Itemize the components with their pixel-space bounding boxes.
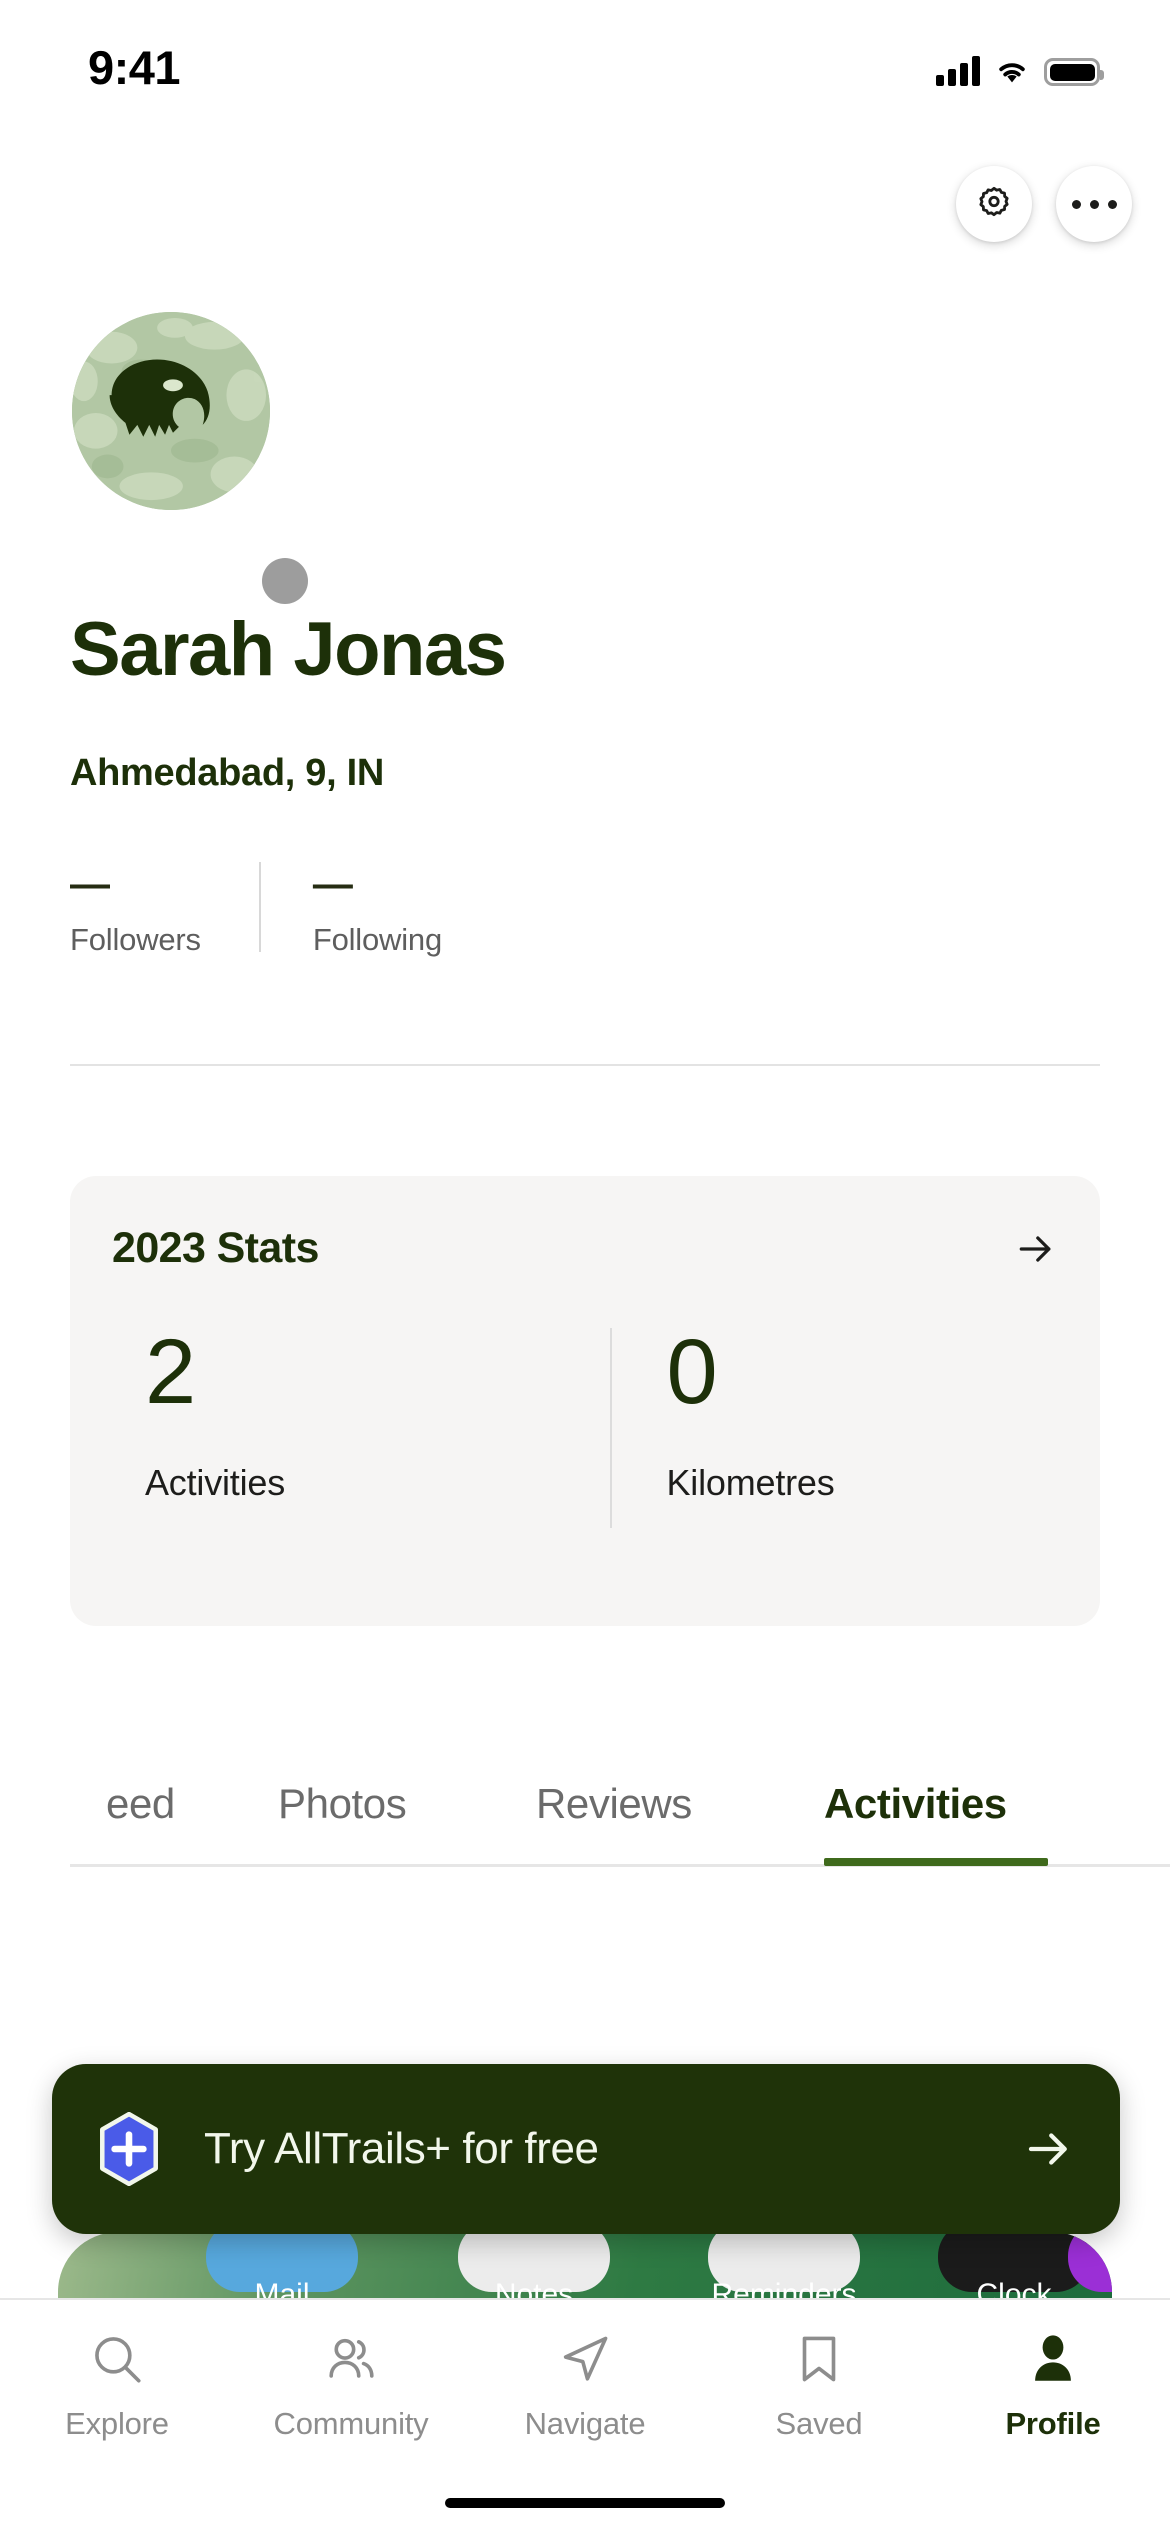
nav-item-saved[interactable]: Saved [702,2330,936,2442]
tab-feed[interactable]: eed [106,1780,175,1828]
nav-label: Navigate [524,2406,646,2441]
stats-card[interactable]: 2023 Stats 2 Activities 0 Kilometres [70,1176,1100,1626]
promo-label: Try AllTrails+ for free [204,2124,599,2173]
nav-item-explore[interactable]: Explore [0,2330,234,2442]
search-icon [95,2337,141,2383]
people-icon [329,2338,374,2378]
touch-indicator [262,558,308,604]
alltrails-plus-banner[interactable]: Try AllTrails+ for free [52,2064,1120,2234]
avatar[interactable] [72,312,270,510]
gear-icon [979,186,1009,217]
page-title: Sarah Jonas [70,607,507,692]
home-indicator [445,2498,725,2508]
person-icon [1035,2335,1071,2381]
stats-divider [258,862,261,952]
wifi-icon [999,63,1025,83]
nav-label: Community [273,2406,429,2441]
following-count: — [312,862,353,906]
navigate-icon [563,2336,608,2381]
nav-item-navigate[interactable]: Navigate [468,2330,702,2442]
nav-label: Profile [1005,2406,1101,2441]
nav-label: Saved [775,2406,863,2441]
stat-label: Activities [145,1462,286,1503]
section-divider [70,1064,1100,1066]
bookmark-icon [802,2336,836,2382]
stats-card-header: 2023 Stats [112,1224,1058,1273]
tab-active-indicator [824,1858,1048,1866]
stat-activities: 2 Activities [70,1326,579,1504]
alltrails-plus-hexagon-icon [100,2112,158,2186]
stats-card-title: 2023 Stats [112,1224,319,1272]
stats-card-values: 2 Activities 0 Kilometres [70,1326,1100,1504]
tab-reviews[interactable]: Reviews [536,1780,692,1828]
ellipsis-icon [1071,199,1117,209]
stat-kilometres: 0 Kilometres [579,1326,1101,1504]
battery-icon [1044,58,1104,86]
stat-value: 2 [145,1321,196,1423]
status-bar-time: 9:41 [88,41,181,94]
following-label: Following [312,922,442,957]
following-stat[interactable]: — Following [313,862,442,958]
arrow-right-icon[interactable] [1022,2122,1076,2176]
followers-stat[interactable]: — Followers [70,862,201,958]
header-actions [956,166,1132,242]
cellular-signal-icon [936,56,980,86]
profile-tabs: eed Photos Reviews Activities [0,1740,1170,1872]
nav-item-community[interactable]: Community [234,2330,468,2442]
stat-value: 0 [666,1321,718,1423]
profile-location: Ahmedabad, 9, IN [70,752,385,794]
nav-item-profile[interactable]: Profile [936,2330,1170,2442]
tab-activities[interactable]: Activities [824,1780,1007,1828]
more-options-button[interactable] [1056,166,1132,242]
stat-label: Kilometres [666,1462,835,1503]
followers-label: Followers [70,922,201,957]
status-bar: 9:41 [0,0,1170,120]
status-bar-indicators [936,46,1104,86]
follow-stats: — Followers — Following [70,862,442,958]
followers-count: — [70,862,110,906]
nav-label: Explore [65,2406,169,2441]
settings-button[interactable] [956,166,1032,242]
tab-photos[interactable]: Photos [278,1780,407,1828]
bottom-navigation: Explore Community Navigate Saved Profile [0,2298,1170,2532]
app-screen: 9:41 Sarah Jonas Ahmedabad, 9, IN — Foll… [0,0,1170,2532]
arrow-right-icon[interactable] [1014,1227,1058,1271]
avatar-image [72,312,270,510]
